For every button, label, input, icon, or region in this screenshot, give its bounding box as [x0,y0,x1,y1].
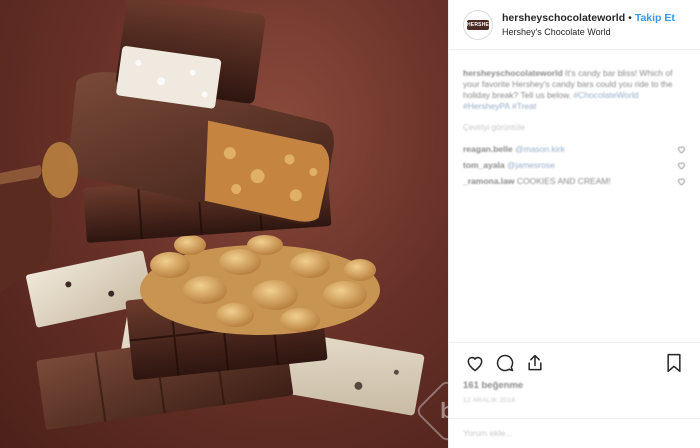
avatar[interactable]: HERSHEY'S [463,9,498,40]
comment-username[interactable]: _ramona.law [463,176,515,186]
share-button[interactable] [523,351,547,375]
follow-button[interactable]: Takip Et [635,12,675,24]
add-comment-field[interactable]: Yorum ekle... [449,418,700,448]
bookmark-icon [667,353,681,373]
heart-icon [467,356,483,372]
like-button[interactable] [463,351,487,375]
comment-text: @jamesrose [506,159,555,170]
comment-item: _ramona.law COOKIES AND CREAM! [463,173,686,189]
post-footer: 161 beğenme 12 ARALIK 2018 Yorum ekle... [449,342,700,448]
username-link[interactable]: hersheyschocolateworld [502,12,625,24]
comment-bubble-icon [496,354,514,372]
comment-username[interactable]: tom_ayala [463,160,505,170]
comment-text: @mason.kirk [514,143,565,154]
post-sidebar: HERSHEY'S hersheyschocolateworld • Takip E… [448,0,700,448]
like-comment-heart-icon[interactable] [677,177,686,186]
share-icon [528,354,542,371]
likes-count[interactable]: 161 beğenme [463,380,686,391]
comment-item: tom_ayala @jamesrose [463,157,686,173]
like-comment-heart-icon[interactable] [677,161,686,170]
chocolate-bars-image [0,0,425,430]
post-photo[interactable]: b [0,0,448,448]
location-link[interactable]: Hershey's Chocolate World [502,25,675,39]
caption-username[interactable]: hersheyschocolateworld [463,68,563,78]
translate-link[interactable]: Çeviriyi görüntüle [463,122,686,133]
comment-username[interactable]: reagan.belle [463,144,513,154]
hershey-logo-icon: HERSHEY'S [467,19,498,30]
header-text: hersheyschocolateworld • Takip Et Hershey'… [502,11,675,39]
caption: hersheyschocolateworld It's candy bar bl… [463,68,686,112]
comment-item: reagan.belle @mason.kirk [463,141,686,157]
separator-dot: • [628,11,632,24]
post-date: 12 ARALIK 2018 [463,397,516,404]
comment-button[interactable] [493,351,517,375]
action-bar [463,349,686,377]
add-comment-placeholder: Yorum ekle... [463,428,513,438]
comment-text: COOKIES AND CREAM! [516,175,611,186]
post-header: HERSHEY'S hersheyschocolateworld • Takip E… [449,0,700,50]
save-button[interactable] [662,351,686,375]
comments-section: hersheyschocolateworld It's candy bar bl… [449,50,700,189]
like-comment-heart-icon[interactable] [677,145,686,154]
